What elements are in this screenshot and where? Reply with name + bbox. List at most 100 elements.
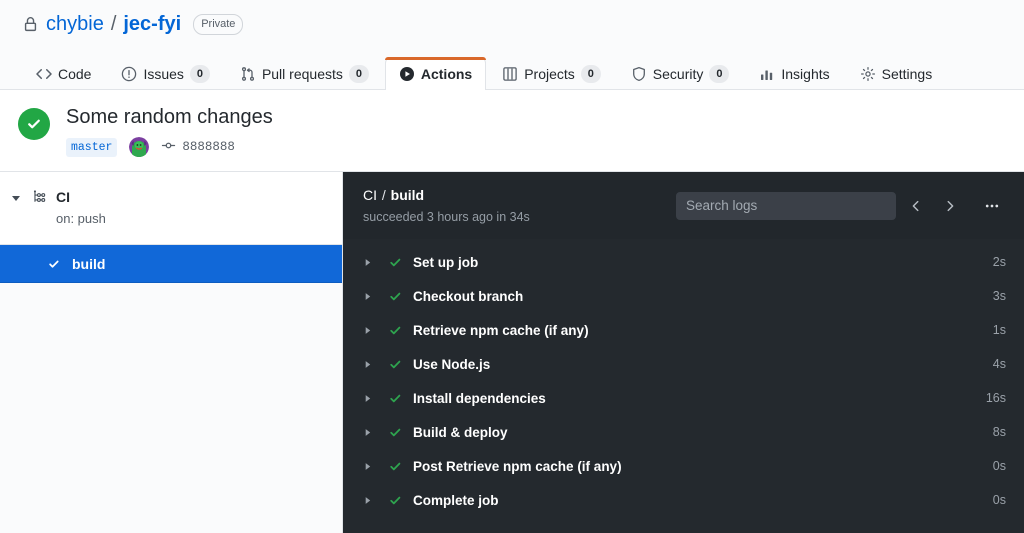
log-step-row[interactable]: Set up job 2s <box>343 245 1024 279</box>
log-step-row[interactable]: Build & deploy 8s <box>343 415 1024 449</box>
run-meta: Some random changes master 8888888 <box>66 104 273 157</box>
breadcrumb-workflow[interactable]: CI <box>363 187 377 203</box>
log-step-row[interactable]: Retrieve npm cache (if any) 1s <box>343 313 1024 347</box>
breadcrumb: CI / build <box>363 186 530 204</box>
lock-icon <box>22 16 38 32</box>
tab-insights[interactable]: Insights <box>745 57 843 89</box>
tab-projects-label: Projects <box>524 65 575 82</box>
log-step-name: Set up job <box>413 254 479 270</box>
search-logs-input[interactable] <box>676 191 896 220</box>
log-step-name: Checkout branch <box>413 288 524 304</box>
issue-opened-icon <box>121 66 137 82</box>
log-step-row[interactable]: Post Retrieve npm cache (if any) 0s <box>343 449 1024 483</box>
tab-security-label: Security <box>652 65 704 82</box>
triangle-right-icon[interactable] <box>363 258 381 267</box>
check-icon <box>381 289 409 304</box>
code-icon <box>36 66 52 82</box>
tab-issues-label: Issues <box>143 65 184 82</box>
log-step-duration: 1s <box>992 323 1006 337</box>
shield-icon <box>631 66 647 82</box>
workflow-trigger: on: push <box>56 211 106 226</box>
tab-insights-label: Insights <box>781 65 830 82</box>
log-step-name: Use Node.js <box>413 356 491 372</box>
log-step-name: Build & deploy <box>413 424 508 440</box>
run-subtitle: master 8888888 <box>66 137 273 157</box>
log-step-name: Post Retrieve npm cache (if any) <box>413 458 622 474</box>
tab-security[interactable]: Security 0 <box>617 57 744 89</box>
tab-projects[interactable]: Projects 0 <box>488 57 615 89</box>
log-header-info: CI / build succeeded 3 hours ago in 34s <box>363 186 530 225</box>
repo-owner-link[interactable]: chybie <box>46 12 104 36</box>
run-body: CI on: push build CI / build succeeded 3… <box>0 172 1024 533</box>
triangle-right-icon[interactable] <box>363 462 381 471</box>
github-actions-run-page: chybie / jec-fyi Private Code Issues 0 P… <box>0 0 1024 533</box>
breadcrumb-job: build <box>390 187 425 203</box>
breadcrumb-separator: / <box>381 187 386 203</box>
play-circle-icon <box>399 66 415 82</box>
tab-issues[interactable]: Issues 0 <box>107 57 223 89</box>
log-header-controls <box>676 191 1006 220</box>
repo-title-row: chybie / jec-fyi Private <box>16 0 1008 48</box>
check-icon <box>381 425 409 440</box>
tab-pull-requests-counter: 0 <box>348 64 369 83</box>
check-icon <box>381 459 409 474</box>
log-step-duration: 4s <box>992 357 1006 371</box>
tab-settings[interactable]: Settings <box>846 57 947 89</box>
repo-nav-tabs: Code Issues 0 Pull requests 0 Actions Pr… <box>16 48 1008 90</box>
log-step-duration: 0s <box>992 493 1006 507</box>
log-step-duration: 16s <box>985 391 1006 405</box>
triangle-right-icon[interactable] <box>363 496 381 505</box>
project-board-icon <box>502 66 518 82</box>
repo-name-link[interactable]: jec-fyi <box>123 12 181 36</box>
log-step-row[interactable]: Checkout branch 3s <box>343 279 1024 313</box>
page-title: Some random changes <box>66 106 273 128</box>
triangle-right-icon[interactable] <box>363 394 381 403</box>
tab-projects-counter: 0 <box>580 64 601 83</box>
job-name: build <box>72 255 106 272</box>
tab-code-label: Code <box>58 65 92 82</box>
tab-issues-counter: 0 <box>189 64 210 83</box>
workflow-text: CI on: push <box>56 188 106 228</box>
log-step-name: Retrieve npm cache (if any) <box>413 322 589 338</box>
sidebar-item-job-build[interactable]: build <box>0 245 342 283</box>
repo-separator: / <box>110 12 117 35</box>
log-step-row[interactable]: Complete job 0s <box>343 483 1024 517</box>
commit-reference: 8888888 <box>161 138 235 156</box>
check-circle-icon <box>18 108 50 140</box>
tab-code[interactable]: Code <box>22 57 105 89</box>
gear-icon <box>860 66 876 82</box>
chevron-left-icon[interactable] <box>902 192 930 220</box>
triangle-right-icon[interactable] <box>363 292 381 301</box>
log-step-row[interactable]: Install dependencies 16s <box>343 381 1024 415</box>
visibility-badge: Private <box>193 13 244 35</box>
graph-icon <box>759 66 775 82</box>
tab-actions-label: Actions <box>420 66 473 82</box>
tab-actions[interactable]: Actions <box>384 57 487 90</box>
kebab-horizontal-icon[interactable] <box>978 192 1006 220</box>
check-icon <box>381 255 409 270</box>
workflow-name: CI <box>56 189 70 205</box>
log-step-name: Complete job <box>413 492 499 508</box>
repo-header-bar: chybie / jec-fyi Private Code Issues 0 P… <box>0 0 1024 90</box>
log-step-duration: 2s <box>992 255 1006 269</box>
job-status-text: succeeded 3 hours ago in 34s <box>363 210 530 224</box>
workflow-summary[interactable]: CI on: push <box>0 172 342 245</box>
jobs-sidebar: CI on: push build <box>0 172 343 533</box>
git-pull-request-icon <box>240 66 256 82</box>
chevron-right-icon[interactable] <box>936 192 964 220</box>
triangle-down-icon[interactable] <box>10 189 22 207</box>
check-icon <box>381 391 409 406</box>
branch-badge[interactable]: master <box>66 137 118 157</box>
check-icon <box>46 256 62 272</box>
workflow-run-header: Some random changes master 8888888 <box>0 90 1024 172</box>
triangle-right-icon[interactable] <box>363 326 381 335</box>
tab-pull-requests[interactable]: Pull requests 0 <box>226 57 383 89</box>
triangle-right-icon[interactable] <box>363 428 381 437</box>
log-panel: CI / build succeeded 3 hours ago in 34s <box>343 172 1024 533</box>
log-step-name: Install dependencies <box>413 390 546 406</box>
commit-sha[interactable]: 8888888 <box>182 140 235 154</box>
triangle-right-icon[interactable] <box>363 360 381 369</box>
git-commit-icon <box>161 138 176 156</box>
log-panel-header: CI / build succeeded 3 hours ago in 34s <box>343 172 1024 239</box>
log-step-row[interactable]: Use Node.js 4s <box>343 347 1024 381</box>
